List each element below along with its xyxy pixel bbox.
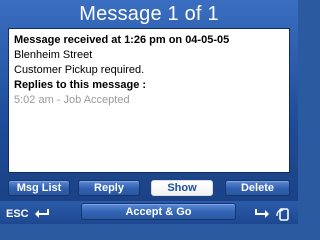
esc-label: ESC (6, 208, 29, 220)
replies-title: Replies to this message : (14, 79, 147, 91)
msg-list-button[interactable]: Msg List (8, 180, 70, 196)
message-received-header: Message received at 1:26 pm on 04-05-05 (14, 34, 230, 46)
message-panel: Message received at 1:26 pm on 04-05-05 … (8, 28, 290, 173)
rotate-device-icon[interactable] (276, 207, 290, 221)
show-button[interactable]: Show (151, 180, 213, 196)
reply-button[interactable]: Reply (78, 180, 140, 196)
esc-button[interactable]: ESC (6, 206, 50, 222)
reply-item: 5:02 am - Job Accepted (14, 94, 130, 106)
message-street: Blenheim Street (14, 49, 93, 61)
nav-icons (254, 206, 290, 222)
forward-arrow-icon[interactable] (254, 208, 270, 220)
return-arrow-icon (34, 208, 50, 220)
accept-and-go-button[interactable]: Accept & Go (81, 203, 236, 220)
message-body: Customer Pickup required. (14, 64, 145, 76)
delete-button[interactable]: Delete (225, 180, 290, 196)
window-title: Message 1 of 1 (79, 3, 219, 25)
app-frame: Message 1 of 1 Message received at 1:26 … (0, 0, 298, 224)
